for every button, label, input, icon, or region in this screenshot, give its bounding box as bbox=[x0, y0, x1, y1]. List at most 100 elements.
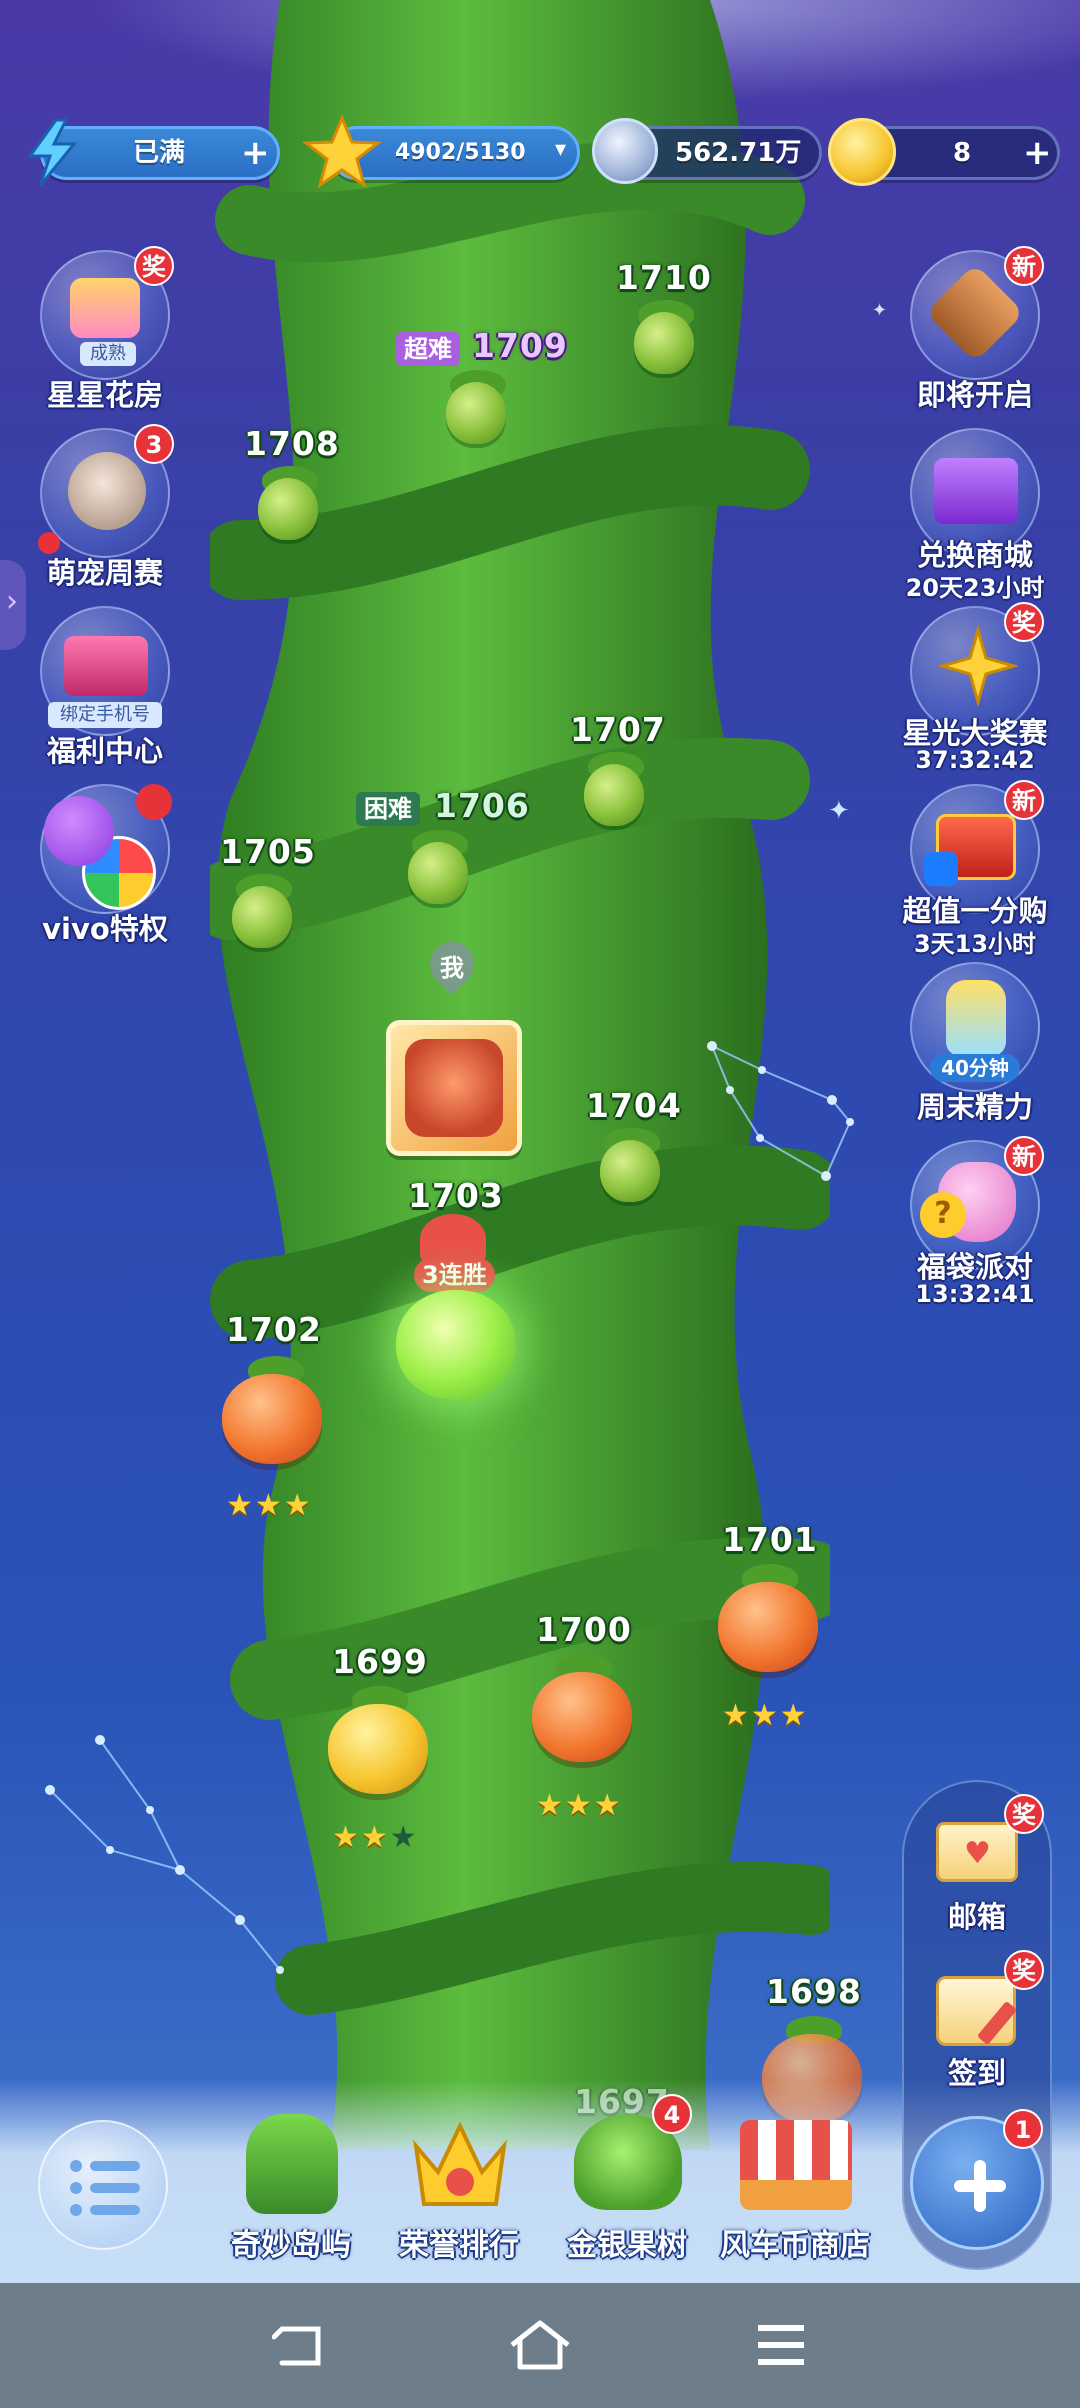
lucky-bag-badge: 新 bbox=[1004, 1136, 1044, 1176]
level-1707-number: 1707 bbox=[570, 710, 666, 749]
coming-soon-label: 即将开启 bbox=[916, 378, 1033, 412]
player-marker-label: 我 bbox=[440, 954, 464, 982]
vivo-red-dot bbox=[136, 784, 172, 820]
earned-stars: ★★ bbox=[332, 1820, 390, 1855]
silver-coin-value: 562.71万 bbox=[675, 138, 802, 168]
right-menu-lucky-bag-party[interactable]: ? 福袋派对 13:32:41 新 bbox=[900, 1136, 1050, 1310]
energy-value: 已满 bbox=[133, 138, 186, 168]
back-icon[interactable] bbox=[272, 2323, 328, 2369]
home-icon[interactable] bbox=[508, 2319, 572, 2371]
right-menu-penny-deal[interactable]: 超值一分购 3天13小时 新 bbox=[900, 780, 1050, 958]
mailbox-button[interactable]: ♥ 邮箱 奖 bbox=[912, 1794, 1044, 1944]
money-tree-badge: 4 bbox=[652, 2094, 692, 2134]
lightning-icon bbox=[27, 118, 78, 187]
level-1700-number: 1700 bbox=[536, 1610, 632, 1649]
exchange-mall-timer: 20天23小时 bbox=[905, 574, 1045, 602]
level-1707-node[interactable] bbox=[584, 764, 644, 826]
silver-coin-icon bbox=[592, 118, 658, 184]
sparkle-star-2: ✦ bbox=[872, 300, 888, 321]
add-gold-icon[interactable]: + bbox=[1023, 129, 1052, 177]
level-1706-number: 1706 bbox=[434, 786, 530, 825]
level-1710-node[interactable] bbox=[634, 312, 694, 374]
energy-bottle-icon bbox=[946, 980, 1006, 1056]
right-menu-exchange-mall[interactable]: 兑换商城 20天23小时 bbox=[900, 428, 1050, 602]
penny-deal-timer: 3天13小时 bbox=[913, 930, 1037, 958]
level-1706-node[interactable] bbox=[408, 842, 468, 904]
plus-icon bbox=[954, 2160, 1006, 2212]
nav-windmill-shop-label: 风车币商店 bbox=[720, 2228, 870, 2263]
expand-plus-button[interactable]: 1 bbox=[910, 2109, 1044, 2250]
weekend-energy-overlay: 40分钟 bbox=[930, 1054, 1020, 1082]
level-1701-stars: ★★★ bbox=[722, 1698, 809, 1733]
left-menu-vivo-privilege[interactable]: vivo特权 bbox=[30, 784, 180, 954]
level-1705-number: 1705 bbox=[220, 832, 316, 871]
level-1702-node[interactable] bbox=[222, 1374, 322, 1464]
gift-box-icon bbox=[70, 278, 140, 338]
level-1703-node[interactable] bbox=[396, 1290, 516, 1400]
mailbox-badge: 奖 bbox=[1004, 1794, 1044, 1834]
left-menu-flower-house[interactable]: 成熟 星星花房 奖 bbox=[30, 246, 180, 420]
level-1710-number: 1710 bbox=[616, 258, 712, 297]
level-1702-number: 1702 bbox=[226, 1310, 322, 1349]
penny-deal-badge: 新 bbox=[1004, 780, 1044, 820]
palm-island-icon bbox=[246, 2114, 338, 2214]
nav-money-tree[interactable]: 金银果树 4 bbox=[542, 2094, 712, 2270]
level-1701-number: 1701 bbox=[722, 1520, 818, 1559]
level-1699-node[interactable] bbox=[328, 1704, 428, 1794]
left-menu-welfare-center[interactable]: 绑定手机号 福利中心 bbox=[30, 606, 180, 776]
level-1709-node[interactable] bbox=[446, 382, 506, 444]
vivo-privilege-label: vivo特权 bbox=[42, 912, 168, 946]
level-1698-number: 1698 bbox=[766, 1972, 862, 2011]
level-1705-node[interactable] bbox=[232, 886, 292, 948]
list-menu-icon bbox=[70, 2160, 140, 2216]
player-avatar[interactable] bbox=[386, 1020, 522, 1156]
ticket-box-icon bbox=[934, 458, 1018, 524]
main-menu-button[interactable] bbox=[38, 2120, 168, 2250]
flower-house-label: 星星花房 bbox=[46, 378, 163, 412]
right-menu-coming-soon[interactable]: 即将开启 新 bbox=[900, 246, 1050, 420]
win-streak-label: 3连胜 bbox=[414, 1258, 495, 1292]
constellation-right bbox=[707, 1041, 854, 1181]
nav-honor-ranking[interactable]: 荣誉排行 bbox=[374, 2100, 544, 2270]
streak-crown-icon bbox=[420, 1214, 486, 1264]
gift-ribbon-icon bbox=[64, 636, 148, 696]
empty-star: ★ bbox=[389, 1820, 419, 1855]
right-menu-starlight-contest[interactable]: 星光大奖赛 37:32:42 奖 bbox=[900, 602, 1050, 776]
pet-weekly-red-dot bbox=[38, 532, 60, 554]
check-in-button[interactable]: 签到 奖 bbox=[912, 1950, 1044, 2100]
level-1700-stars: ★★★ bbox=[536, 1788, 623, 1823]
nav-honor-ranking-label: 荣誉排行 bbox=[399, 2228, 519, 2263]
recents-menu-icon[interactable] bbox=[756, 2323, 806, 2367]
level-1700-node[interactable] bbox=[532, 1672, 632, 1762]
right-menu-weekend-energy[interactable]: 40分钟 周末精力 bbox=[900, 962, 1050, 1132]
gold-coin-icon bbox=[828, 118, 896, 186]
lucky-bag-timer: 13:32:41 bbox=[915, 1280, 1035, 1308]
nav-wonder-island-label: 奇妙岛屿 bbox=[231, 2228, 351, 2263]
level-1699-stars: ★★★ bbox=[332, 1820, 419, 1855]
level-1701-node[interactable] bbox=[718, 1582, 818, 1672]
gold-sparkle-icon bbox=[938, 626, 1018, 706]
constellation-left bbox=[45, 1735, 284, 1974]
level-1704-node[interactable] bbox=[600, 1140, 660, 1202]
level-1708-number: 1708 bbox=[244, 424, 340, 463]
level-1699-number: 1699 bbox=[332, 1642, 428, 1681]
starlight-contest-timer: 37:32:42 bbox=[915, 746, 1035, 774]
nav-money-tree-label: 金银果树 bbox=[567, 2228, 687, 2263]
coming-soon-badge: 新 bbox=[1004, 246, 1044, 286]
level-1708-node[interactable] bbox=[258, 478, 318, 540]
welfare-overlay: 绑定手机号 bbox=[48, 702, 162, 728]
expand-plus-badge: 1 bbox=[1003, 2109, 1043, 2149]
add-energy-icon[interactable]: + bbox=[241, 129, 270, 177]
check-in-label: 签到 bbox=[947, 2056, 1006, 2090]
monster-body-icon bbox=[44, 796, 114, 866]
welfare-center-label: 福利中心 bbox=[46, 734, 163, 768]
star-icon bbox=[302, 114, 382, 189]
level-1706-difficulty-tag: 困难 bbox=[356, 792, 420, 826]
nav-windmill-shop[interactable]: 风车币商店 bbox=[710, 2100, 880, 2270]
system-navigation-bar bbox=[0, 2283, 1080, 2408]
left-menu-pet-weekly[interactable]: 萌宠周赛 3 bbox=[30, 424, 180, 598]
level-1703-number: 1703 bbox=[408, 1176, 504, 1215]
nav-wonder-island[interactable]: 奇妙岛屿 bbox=[206, 2100, 376, 2270]
chevron-down-icon: ▾ bbox=[555, 137, 567, 162]
starlight-contest-badge: 奖 bbox=[1004, 602, 1044, 642]
